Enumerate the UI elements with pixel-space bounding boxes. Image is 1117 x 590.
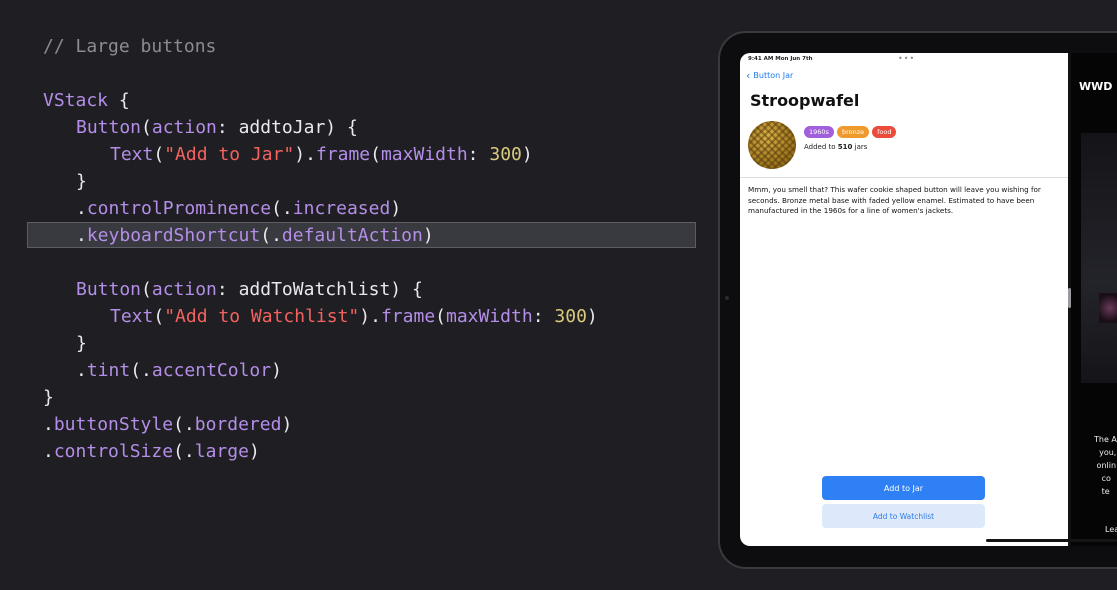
wwdc-logo: WWD xyxy=(1079,80,1113,93)
code-line-9: Text("Add to Watchlist").frame(maxWidth:… xyxy=(110,306,598,327)
add-to-jar-button[interactable]: Add to Jar xyxy=(822,476,985,500)
multitasking-dots[interactable]: ••• xyxy=(898,54,915,63)
chevron-left-icon: ‹ xyxy=(746,68,751,82)
add-to-watchlist-button[interactable]: Add to Watchlist xyxy=(822,504,985,528)
home-indicator[interactable] xyxy=(986,539,1117,542)
tag-list: 1960s bronze food xyxy=(804,126,897,138)
tag-1960s: 1960s xyxy=(804,126,834,138)
tag-bronze: bronze xyxy=(836,126,870,138)
code-line-14: .controlSize(.large) xyxy=(43,441,260,462)
code-line-11: .tint(.accentColor) xyxy=(76,360,282,381)
secondary-app-screen: WWD The A you, onlin co te Lea xyxy=(1071,53,1117,546)
added-count-text: Added to 510 jars xyxy=(804,143,868,151)
secondary-body-text: The A you, onlin co te xyxy=(1094,435,1117,496)
accent-glow xyxy=(1099,293,1117,323)
divider xyxy=(740,177,1068,178)
app-screen: 9:41 AM Mon Jun 7th ••• ‹ Button Jar Str… xyxy=(740,53,1068,546)
code-line-12: } xyxy=(43,387,54,408)
code-line-1: // Large buttons xyxy=(43,36,217,57)
code-line-2: VStack { xyxy=(43,90,130,111)
camera-dot xyxy=(725,296,729,300)
code-line-3: Button(action: addtoJar) { xyxy=(76,117,358,138)
code-line-13: .buttonStyle(.bordered) xyxy=(43,414,293,435)
tag-food: food xyxy=(872,126,897,138)
status-time: 9:41 AM Mon Jun 7th xyxy=(748,56,813,62)
code-line-5: } xyxy=(76,171,87,192)
code-line-6: .controlProminence(.increased) xyxy=(76,198,402,219)
back-label: Button Jar xyxy=(753,71,794,80)
code-line-10: } xyxy=(76,333,87,354)
page-title: Stroopwafel xyxy=(750,91,860,110)
device-silhouette xyxy=(1081,133,1117,383)
learn-more-link[interactable]: Lea xyxy=(1105,525,1117,534)
button-thumbnail xyxy=(748,121,796,169)
code-editor: // Large buttons VStack { Button(action:… xyxy=(0,0,700,590)
code-line-8: Button(action: addToWatchlist) { xyxy=(76,279,423,300)
back-button[interactable]: ‹ Button Jar xyxy=(746,68,794,82)
code-line-4: Text("Add to Jar").frame(maxWidth: 300) xyxy=(110,144,533,165)
code-line-7: .keyboardShortcut(.defaultAction) xyxy=(76,225,434,246)
description-text: Mmm, you smell that? This wafer cookie s… xyxy=(748,185,1041,215)
